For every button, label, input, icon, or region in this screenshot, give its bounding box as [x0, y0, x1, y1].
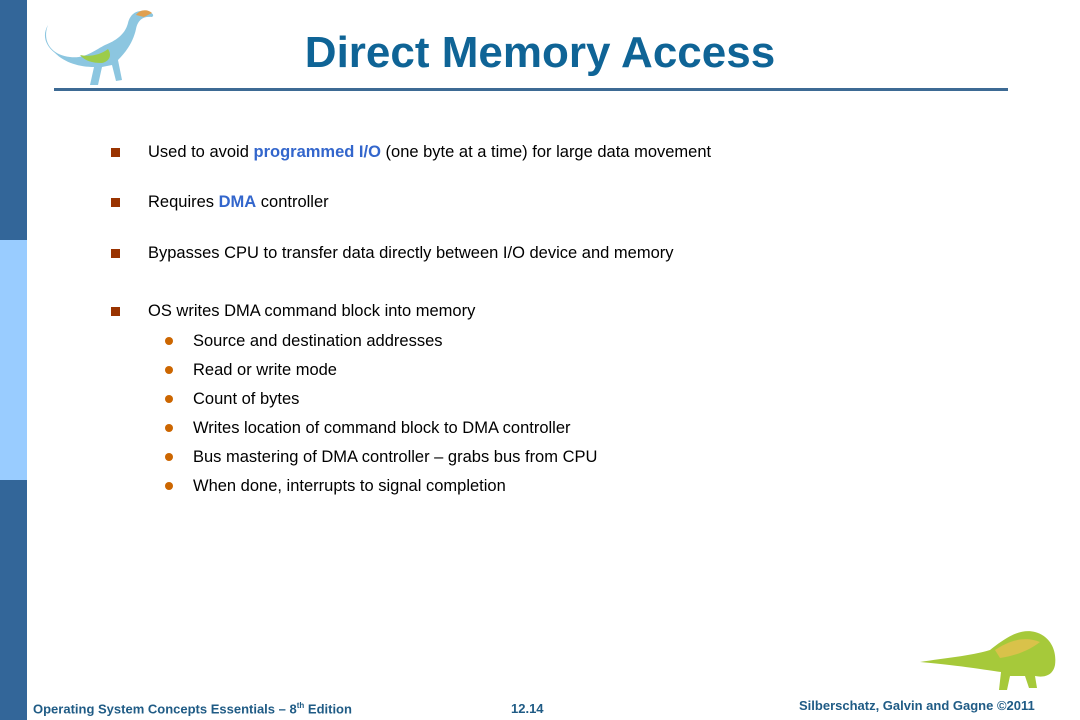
sidebar-highlight — [0, 240, 27, 480]
square-bullet-icon — [111, 198, 120, 207]
square-bullet-icon — [111, 148, 120, 157]
dot-bullet-icon — [165, 395, 173, 403]
dot-bullet-icon — [165, 482, 173, 490]
title-underline — [54, 88, 1008, 91]
dinosaur-icon — [920, 631, 1056, 690]
dot-bullet-icon — [165, 453, 173, 461]
footer-book-title: Operating System Concepts Essentials – 8… — [33, 701, 352, 717]
square-bullet-icon — [111, 307, 120, 316]
footer-copyright: Silberschatz, Galvin and Gagne ©2011 — [799, 698, 1035, 713]
slide-title: Direct Memory Access — [304, 28, 776, 77]
dot-bullet-icon — [165, 424, 173, 432]
dot-bullet-icon — [165, 337, 173, 345]
dot-bullet-icon — [165, 366, 173, 374]
highlight-term: DMA — [218, 193, 257, 211]
highlight-term: programmed I/O — [253, 143, 381, 161]
square-bullet-icon — [111, 249, 120, 258]
footer-page-number: 12.14 — [511, 701, 544, 716]
